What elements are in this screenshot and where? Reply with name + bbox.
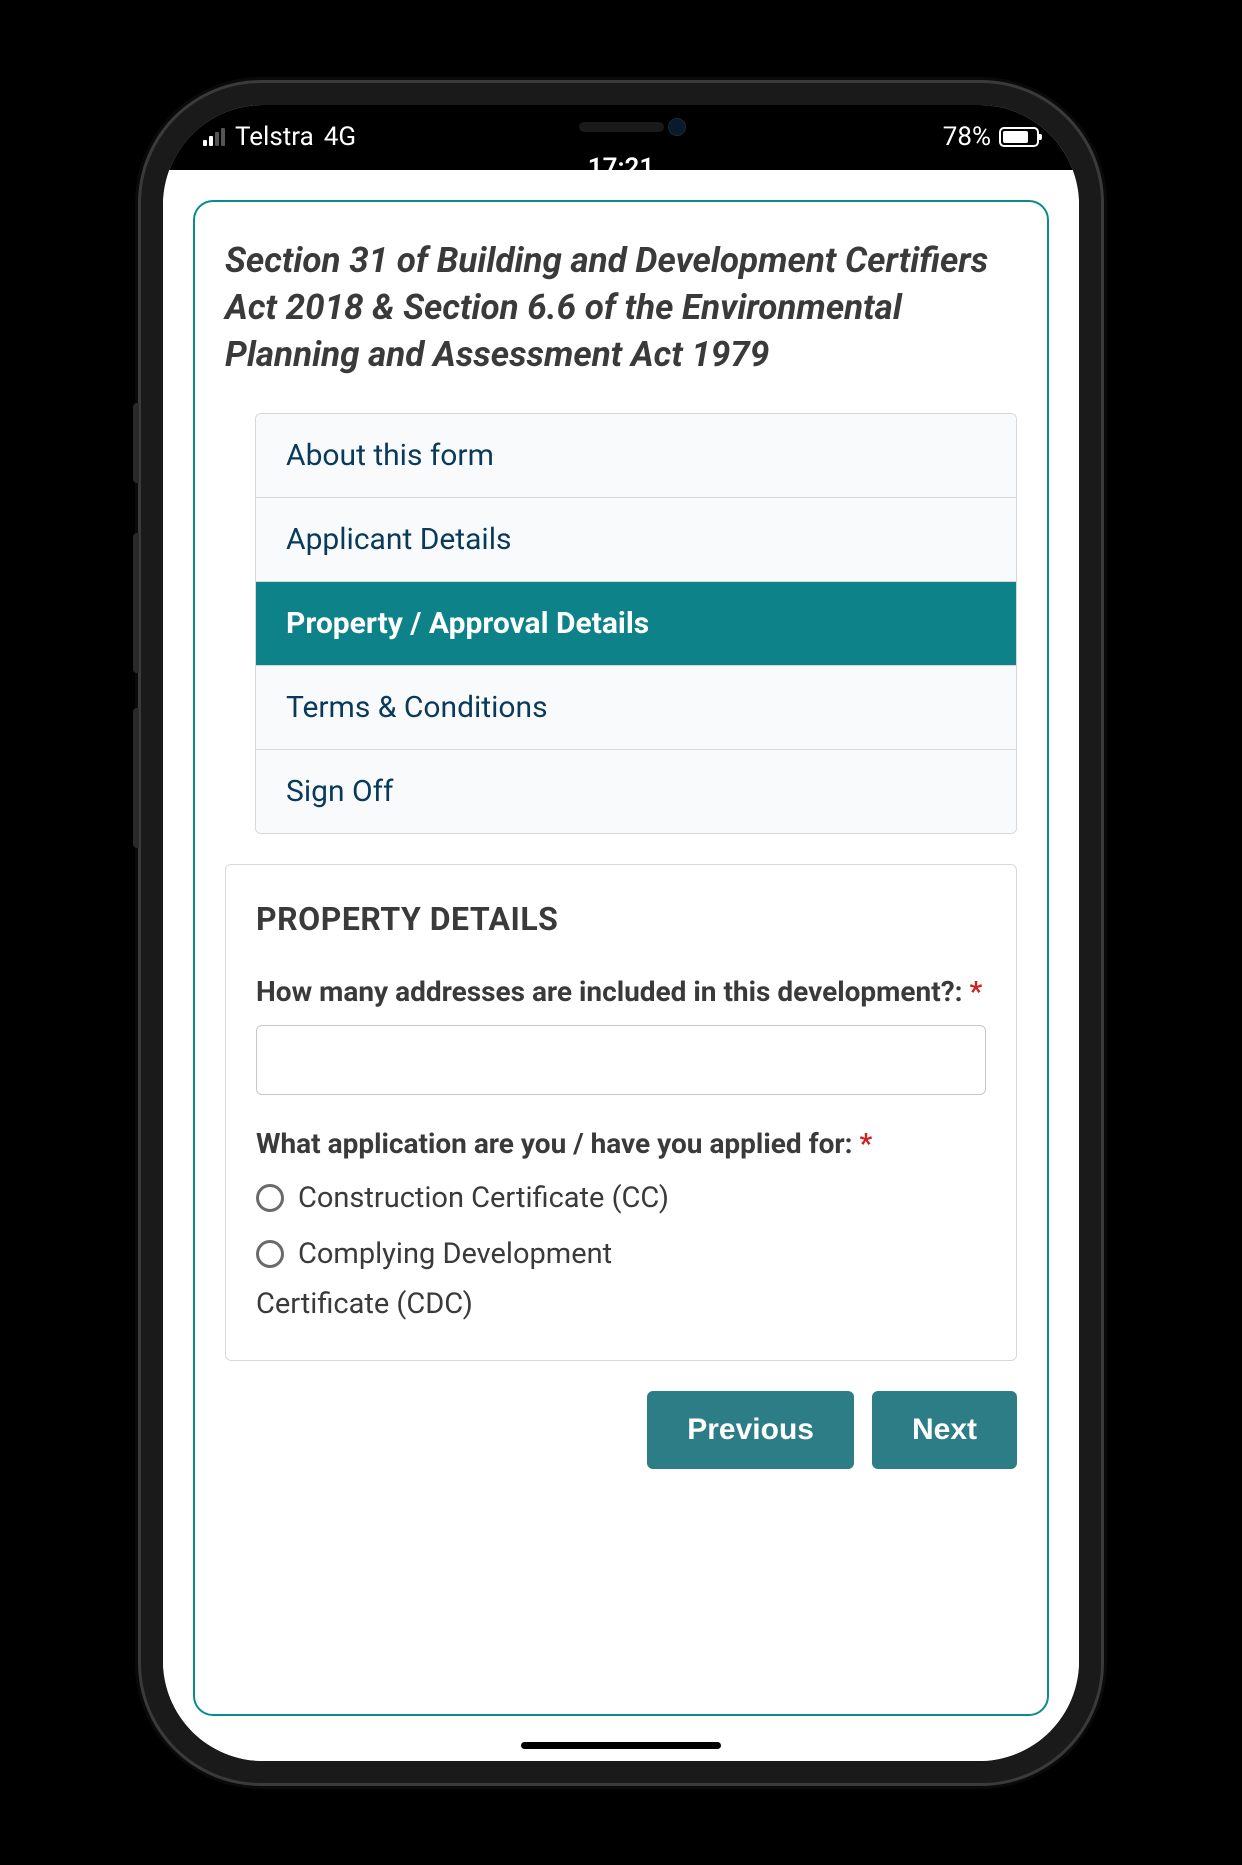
nav-item-about[interactable]: About this form: [256, 414, 1016, 498]
form-panel: Section 31 of Building and Development C…: [193, 200, 1049, 1716]
next-button[interactable]: Next: [872, 1391, 1017, 1469]
notch: [471, 105, 771, 150]
button-row: Previous Next: [225, 1391, 1017, 1469]
q2-text: What application are you / have you appl…: [256, 1127, 860, 1160]
details-title: PROPERTY DETAILS: [256, 900, 986, 938]
phone-frame: Telstra 4G 17:21 78% Section 31 of Build…: [141, 83, 1101, 1783]
section-heading: Section 31 of Building and Development C…: [225, 237, 1017, 379]
home-indicator[interactable]: [521, 1742, 721, 1749]
nav-item-signoff[interactable]: Sign Off: [256, 750, 1016, 833]
camera-icon: [668, 118, 686, 136]
clock-label: 17:21: [588, 153, 655, 183]
radio-label-cc: Construction Certificate (CC): [298, 1177, 669, 1219]
q1-text: How many addresses are included in this …: [256, 975, 969, 1008]
signal-icon: [203, 128, 225, 146]
radio-option-cc[interactable]: Construction Certificate (CC): [256, 1177, 986, 1219]
battery-percent-label: 78%: [943, 122, 991, 152]
status-left: Telstra 4G: [203, 122, 356, 152]
battery-icon: [999, 127, 1039, 147]
question-addresses-label: How many addresses are included in this …: [256, 973, 986, 1011]
radio-label-cdc-line1: Complying Development: [298, 1233, 612, 1275]
nav-item-property[interactable]: Property / Approval Details: [256, 582, 1016, 666]
carrier-label: Telstra: [235, 122, 314, 152]
nav-item-applicant[interactable]: Applicant Details: [256, 498, 1016, 582]
nav-item-terms[interactable]: Terms & Conditions: [256, 666, 1016, 750]
phone-screen: Telstra 4G 17:21 78% Section 31 of Build…: [163, 105, 1079, 1761]
addresses-input[interactable]: [256, 1025, 986, 1095]
previous-button[interactable]: Previous: [647, 1391, 854, 1469]
radio-icon: [256, 1240, 284, 1268]
status-right: 78%: [943, 122, 1039, 152]
required-mark: *: [969, 975, 982, 1008]
required-mark-2: *: [860, 1127, 873, 1160]
radio-icon: [256, 1184, 284, 1212]
content-area: Section 31 of Building and Development C…: [163, 170, 1079, 1761]
property-details-card: PROPERTY DETAILS How many addresses are …: [225, 864, 1017, 1361]
radio-label-cdc-line2: Certificate (CDC): [256, 1283, 986, 1325]
network-label: 4G: [324, 122, 356, 152]
radio-option-cdc[interactable]: Complying Development: [256, 1233, 986, 1275]
nav-list: About this form Applicant Details Proper…: [255, 413, 1017, 834]
question-application-label: What application are you / have you appl…: [256, 1125, 986, 1163]
speaker-icon: [579, 122, 664, 132]
